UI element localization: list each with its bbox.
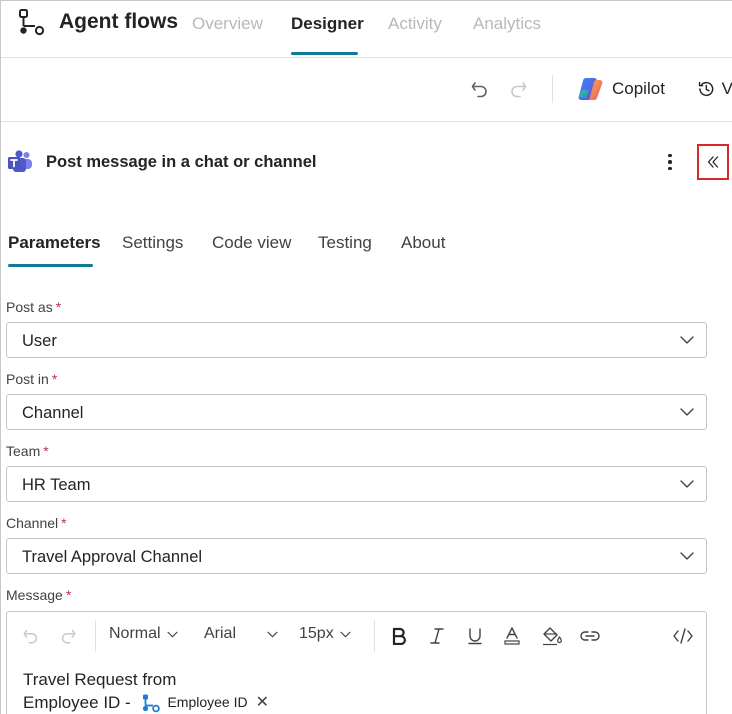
channel-label: Channel * — [6, 515, 67, 531]
font-family-select[interactable]: Arial — [204, 625, 279, 643]
dynamic-content-token[interactable]: Employee ID ✕ — [141, 691, 269, 714]
text-style-value: Normal — [109, 625, 161, 642]
agent-flows-window: Agent flows Overview Designer Activity A… — [0, 0, 732, 714]
chevron-down-icon — [680, 336, 694, 344]
code-icon — [673, 628, 693, 644]
message-line: Employee ID - Employee ID ✕ — [23, 691, 269, 714]
chevron-down-icon — [680, 552, 694, 560]
channel-value: Travel Approval Channel — [22, 548, 203, 566]
history-icon — [698, 81, 714, 97]
double-chevron-left-icon — [707, 156, 719, 168]
paint-bucket-icon — [543, 627, 562, 646]
copilot-icon — [578, 78, 603, 100]
message-text: Employee ID - — [23, 693, 136, 712]
post-in-value: Channel — [22, 404, 84, 422]
channel-dropdown[interactable]: Travel Approval Channel — [6, 538, 707, 574]
editor-undo-button[interactable] — [19, 624, 43, 648]
post-in-label: Post in * — [6, 371, 58, 387]
tab-overview[interactable]: Overview — [192, 14, 263, 34]
chevron-down-icon — [167, 631, 178, 637]
post-as-dropdown[interactable]: User — [6, 322, 707, 358]
editor-toolbar-divider — [374, 620, 375, 652]
teams-icon — [8, 150, 32, 172]
required-marker: * — [43, 443, 49, 459]
highlight-color-button[interactable] — [539, 624, 565, 648]
font-size-select[interactable]: 15px — [299, 625, 352, 643]
chevron-down-icon — [267, 631, 278, 637]
tab-settings[interactable]: Settings — [122, 233, 183, 253]
message-body[interactable]: Travel Request from Employee ID - Employ… — [23, 668, 269, 714]
panel-title: Post message in a chat or channel — [46, 153, 317, 171]
tab-designer[interactable]: Designer — [291, 14, 364, 34]
editor-toolbar-divider — [95, 620, 96, 652]
italic-button[interactable] — [426, 624, 448, 648]
collapse-panel-button[interactable] — [697, 144, 729, 180]
tab-activity[interactable]: Activity — [388, 14, 442, 34]
underline-icon — [468, 628, 482, 645]
post-as-value: User — [22, 332, 57, 350]
message-line: Travel Request from — [23, 670, 177, 689]
team-dropdown[interactable]: HR Team — [6, 466, 707, 502]
post-in-dropdown[interactable]: Channel — [6, 394, 707, 430]
insert-link-button[interactable] — [578, 624, 602, 648]
version-history-button[interactable]: V — [697, 76, 732, 102]
team-label: Team * — [6, 443, 49, 459]
undo-icon — [471, 82, 487, 98]
message-label: Message * — [6, 587, 72, 603]
required-marker: * — [51, 371, 58, 387]
redo-icon — [61, 629, 76, 644]
redo-icon — [511, 82, 527, 98]
font-color-button[interactable] — [501, 624, 523, 648]
more-options-button[interactable] — [660, 150, 680, 174]
post-as-label: Post as * — [6, 299, 62, 315]
flow-token-icon — [143, 694, 161, 712]
bold-button[interactable] — [388, 624, 410, 648]
top-navigation: Agent flows Overview Designer Activity A… — [1, 1, 732, 57]
link-icon — [580, 631, 600, 641]
tab-parameters[interactable]: Parameters — [8, 233, 101, 253]
chevron-down-icon — [340, 631, 351, 637]
required-marker: * — [61, 515, 67, 531]
tab-testing[interactable]: Testing — [318, 233, 372, 253]
editor-redo-button[interactable] — [56, 624, 80, 648]
tab-about[interactable]: About — [401, 233, 445, 253]
undo-button[interactable] — [467, 77, 493, 101]
redo-button[interactable] — [505, 77, 531, 101]
tab-code-view[interactable]: Code view — [212, 233, 291, 253]
bold-icon — [392, 627, 406, 645]
font-family-value: Arial — [204, 625, 237, 642]
more-icon — [668, 153, 672, 158]
designer-toolbar: Copilot V — [1, 58, 732, 121]
chevron-down-icon — [680, 480, 694, 488]
tab-analytics[interactable]: Analytics — [473, 14, 541, 34]
version-label: V — [721, 79, 732, 98]
team-value: HR Team — [22, 476, 91, 494]
text-style-select[interactable]: Normal — [109, 625, 179, 643]
italic-icon — [430, 628, 444, 644]
active-panel-tab-indicator — [8, 264, 93, 267]
token-label: Employee ID — [167, 694, 248, 710]
font-color-icon — [504, 627, 520, 645]
required-marker: * — [55, 299, 62, 315]
underline-button[interactable] — [464, 624, 486, 648]
code-view-button[interactable] — [671, 624, 695, 648]
app-title: Agent flows — [59, 10, 178, 33]
undo-icon — [23, 629, 38, 644]
chevron-down-icon — [680, 408, 694, 416]
toolbar-divider — [552, 75, 553, 103]
action-panel-header: Post message in a chat or channel — [1, 122, 732, 202]
editor-toolbar: Normal Arial 15px — [7, 612, 706, 660]
message-editor[interactable]: Normal Arial 15px Travel Request from Em… — [6, 611, 707, 714]
active-tab-indicator — [291, 52, 358, 55]
remove-token-button[interactable]: ✕ — [256, 691, 269, 714]
copilot-label: Copilot — [612, 79, 665, 98]
agent-flow-icon — [19, 9, 45, 36]
font-size-value: 15px — [299, 625, 334, 642]
required-marker: * — [65, 587, 72, 603]
